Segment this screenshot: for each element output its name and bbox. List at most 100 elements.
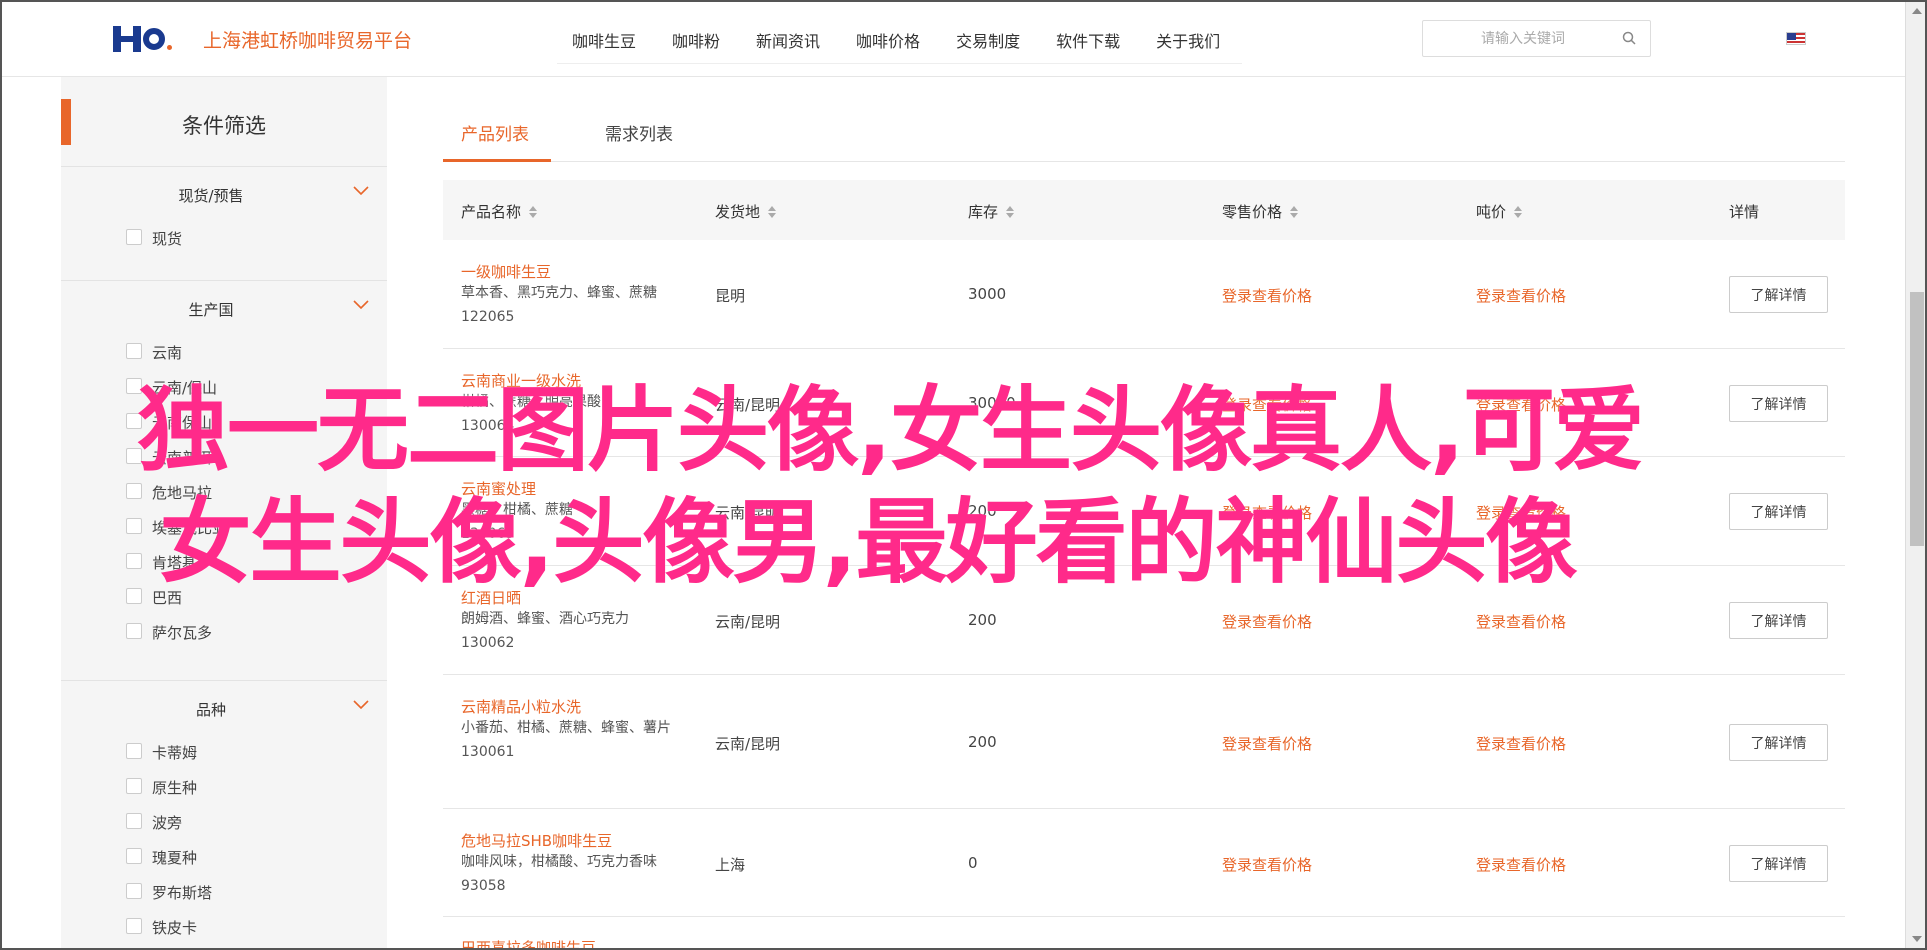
retail-price-login-link[interactable]: 登录查看价格: [1222, 394, 1312, 415]
ton-price-login-link[interactable]: 登录查看价格: [1476, 611, 1566, 632]
active-tab-indicator: [443, 159, 551, 162]
filter-option[interactable]: 埃塞俄比亚: [61, 510, 387, 545]
chevron-down-icon[interactable]: [353, 185, 369, 197]
retail-price-login-link[interactable]: 登录查看价格: [1222, 854, 1312, 875]
product-name-link[interactable]: 危地马拉SHB咖啡生豆: [461, 830, 612, 851]
filter-group-variety: 品种 卡蒂姆 原生种 波旁 瑰夏种 罗布斯塔 铁皮卡: [61, 681, 387, 950]
retail-price-login-link[interactable]: 登录查看价格: [1222, 285, 1312, 306]
filter-option[interactable]: 现货: [61, 221, 387, 256]
product-name-link[interactable]: 云南蜜处理: [461, 478, 536, 499]
vertical-scrollbar[interactable]: [1905, 0, 1927, 950]
checkbox[interactable]: [126, 553, 142, 569]
sort-icon[interactable]: [1006, 205, 1015, 219]
us-flag-icon[interactable]: [1786, 32, 1806, 45]
ton-price-login-link[interactable]: 登录查看价格: [1476, 854, 1566, 875]
checkbox[interactable]: [126, 623, 142, 639]
search-icon[interactable]: [1622, 31, 1636, 45]
filter-group-header[interactable]: 品种: [61, 681, 387, 735]
tab-product-list[interactable]: 产品列表: [461, 120, 529, 145]
search-input[interactable]: [1433, 27, 1613, 51]
filter-option[interactable]: 卡蒂姆: [61, 735, 387, 770]
nav-item-downloads[interactable]: 软件下载: [1042, 20, 1142, 63]
checkbox[interactable]: [126, 918, 142, 934]
sort-icon[interactable]: [768, 205, 777, 219]
checkbox[interactable]: [126, 848, 142, 864]
sort-icon[interactable]: [1290, 205, 1299, 219]
nav-item-coffee-powder[interactable]: 咖啡粉: [658, 20, 742, 63]
ton-price-login-link[interactable]: 登录查看价格: [1476, 733, 1566, 754]
product-name-link[interactable]: 云南商业一级水洗: [461, 370, 581, 391]
filter-header: 条件筛选: [61, 77, 387, 167]
checkbox[interactable]: [126, 343, 142, 359]
chevron-down-icon[interactable]: [353, 699, 369, 711]
details-button[interactable]: 了解详情: [1729, 385, 1828, 422]
checkbox[interactable]: [126, 813, 142, 829]
column-header-stock[interactable]: 库存: [968, 201, 1015, 222]
top-header: 上海港虹桥咖啡贸易平台 咖啡生豆 咖啡粉 新闻资讯 咖啡价格 交易制度 软件下载…: [0, 0, 1905, 77]
nav-item-news[interactable]: 新闻资讯: [742, 20, 842, 63]
ton-price-login-link[interactable]: 登录查看价格: [1476, 502, 1566, 523]
checkbox[interactable]: [126, 229, 142, 245]
filter-option[interactable]: 云南/保山: [61, 370, 387, 405]
checkbox[interactable]: [126, 448, 142, 464]
filter-option[interactable]: 罗布斯塔: [61, 875, 387, 910]
filter-option[interactable]: 云南: [61, 335, 387, 370]
nav-item-trading-rules[interactable]: 交易制度: [942, 20, 1042, 63]
checkbox[interactable]: [126, 483, 142, 499]
details-button[interactable]: 了解详情: [1729, 276, 1828, 313]
sort-icon[interactable]: [529, 205, 538, 219]
site-title[interactable]: 上海港虹桥咖啡贸易平台: [203, 26, 412, 53]
product-name-link[interactable]: 红酒日晒: [461, 587, 521, 608]
details-button[interactable]: 了解详情: [1729, 602, 1828, 639]
filter-option[interactable]: 瑰夏种: [61, 840, 387, 875]
filter-option[interactable]: 萨尔瓦多: [61, 615, 387, 650]
filter-option[interactable]: 肯塔基: [61, 545, 387, 580]
checkbox[interactable]: [126, 413, 142, 429]
scroll-down-icon[interactable]: [1912, 936, 1922, 942]
nav-item-green-beans[interactable]: 咖啡生豆: [557, 20, 658, 63]
nav-item-about[interactable]: 关于我们: [1142, 20, 1242, 63]
column-header-ton-price[interactable]: 吨价: [1476, 201, 1523, 222]
option-label: 罗布斯塔: [152, 884, 213, 902]
checkbox[interactable]: [126, 378, 142, 394]
scroll-up-icon[interactable]: [1912, 8, 1922, 14]
ton-price-login-link[interactable]: 登录查看价格: [1476, 285, 1566, 306]
chevron-down-icon[interactable]: [353, 299, 369, 311]
option-label: 云南保山: [152, 414, 213, 432]
checkbox[interactable]: [126, 743, 142, 759]
details-button[interactable]: 了解详情: [1729, 724, 1828, 761]
details-button[interactable]: 了解详情: [1729, 493, 1828, 530]
column-header-product-name[interactable]: 产品名称: [461, 201, 538, 222]
column-header-origin[interactable]: 发货地: [715, 201, 777, 222]
product-name-link[interactable]: 云南精品小粒水洗: [461, 696, 581, 717]
column-header-retail-price[interactable]: 零售价格: [1222, 201, 1299, 222]
ton-price-login-link[interactable]: 登录查看价格: [1476, 394, 1566, 415]
retail-price-login-link[interactable]: 登录查看价格: [1222, 502, 1312, 523]
filter-option[interactable]: 铁皮卡: [61, 910, 387, 945]
filter-option[interactable]: 波旁: [61, 805, 387, 840]
option-label: 卡蒂姆: [152, 744, 198, 762]
site-logo[interactable]: [113, 24, 173, 54]
filter-group-header[interactable]: 生产国: [61, 281, 387, 335]
checkbox[interactable]: [126, 518, 142, 534]
checkbox[interactable]: [126, 778, 142, 794]
retail-price-login-link[interactable]: 登录查看价格: [1222, 733, 1312, 754]
nav-item-prices[interactable]: 咖啡价格: [842, 20, 942, 63]
details-button[interactable]: 了解详情: [1729, 845, 1828, 882]
sort-icon[interactable]: [1514, 205, 1523, 219]
filter-option[interactable]: 危地马拉: [61, 475, 387, 510]
filter-group-header[interactable]: 现货/预售: [61, 167, 387, 221]
product-desc: 黑糖、柑橘、蔗糖 130063: [461, 502, 573, 542]
filter-option[interactable]: 云南普洱: [61, 440, 387, 475]
scrollbar-thumb[interactable]: [1910, 292, 1924, 546]
checkbox[interactable]: [126, 588, 142, 604]
filter-option[interactable]: 云南保山: [61, 405, 387, 440]
checkbox[interactable]: [126, 883, 142, 899]
product-name-link[interactable]: 巴西喜拉多咖啡生豆: [461, 937, 596, 950]
tab-demand-list[interactable]: 需求列表: [605, 120, 673, 145]
retail-price-login-link[interactable]: 登录查看价格: [1222, 611, 1312, 632]
filter-option[interactable]: 巴西: [61, 580, 387, 615]
filter-title: 条件筛选: [182, 114, 266, 138]
filter-option[interactable]: 原生种: [61, 770, 387, 805]
product-name-link[interactable]: 一级咖啡生豆: [461, 261, 551, 282]
